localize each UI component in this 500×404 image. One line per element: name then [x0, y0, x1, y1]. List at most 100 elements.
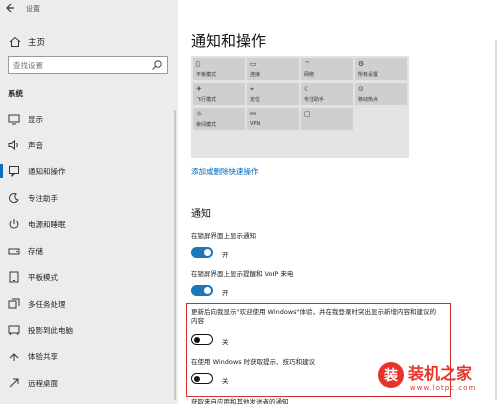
blank-icon: ▢ — [304, 110, 311, 118]
quick-action-label: 夜间模式 — [196, 122, 217, 128]
watermark-text: 装机之家 — [408, 364, 473, 383]
selection-indicator — [0, 164, 3, 178]
sound-icon — [8, 139, 18, 151]
sidebar-item-label: 通知和操作 — [28, 166, 66, 176]
sidebar-item-power[interactable]: 电源和睡眠 — [0, 215, 178, 233]
connect-icon: ▭ — [250, 60, 257, 68]
toggle-knob — [204, 249, 211, 256]
gear-icon: ⚙ — [358, 60, 365, 68]
display-icon — [8, 114, 20, 125]
setting-label: 在使用 Windows 时获取提示、技巧和建议 — [191, 358, 316, 366]
search-box[interactable] — [8, 56, 168, 74]
toggle-state: 关 — [222, 338, 229, 346]
network-icon: ⌔ — [304, 60, 311, 68]
sidebar-item-label: 声音 — [28, 140, 43, 150]
quick-action-label: 网络 — [304, 72, 315, 78]
sidebar-item-label: 存储 — [28, 246, 43, 256]
window-title: 设置 — [26, 5, 40, 13]
sidebar-item-label: 远程桌面 — [28, 378, 58, 388]
section-label: 系统 — [8, 89, 23, 98]
quick-action-label: 定位 — [250, 97, 261, 103]
toggle-state: 开 — [222, 251, 229, 259]
setting-label: 在锁屏界面上显示通知 — [191, 232, 256, 240]
sidebar: 设置 主页 系统 显示 声音 通知和操作 专注助手 电源和睡眠 存储 平板模式 — [0, 0, 178, 404]
project-icon — [8, 325, 20, 336]
quick-action-network[interactable]: ⌔ 网络 — [301, 58, 353, 80]
quick-action-label: VPN — [250, 121, 261, 127]
toggle-knob — [194, 375, 200, 382]
airplane-icon: ✈ — [196, 85, 202, 93]
sidebar-item-storage[interactable]: 存储 — [0, 242, 178, 260]
toggle-knob — [194, 336, 200, 343]
lock-screen-notifications-toggle[interactable] — [191, 247, 213, 258]
focus-assist-icon — [9, 193, 19, 204]
sidebar-item-project[interactable]: 投影到此电脑 — [0, 321, 178, 339]
quick-action-all-settings[interactable]: ⚙ 所有设置 — [355, 58, 407, 80]
storage-icon — [8, 248, 20, 255]
quick-action-connect[interactable]: ▭ 连接 — [247, 58, 299, 80]
quick-action-tablet-mode[interactable]: ▯ 平板模式 — [193, 58, 245, 80]
sidebar-item-display[interactable]: 显示 — [0, 110, 178, 128]
quick-action-airplane-mode[interactable]: ✈ 飞行模式 — [193, 83, 245, 105]
main-panel: 通知和操作 ▯ 平板模式 ▭ 连接 ⌔ 网络 ⚙ 所有设置 ✈ 飞行模式 ⌖ 定位 ☾ 专注助… — [178, 0, 500, 404]
tips-tricks-toggle[interactable] — [191, 373, 213, 384]
watermark-logo-icon: 装 — [378, 362, 404, 388]
home-nav-item[interactable]: 主页 — [8, 34, 45, 50]
sidebar-scrollbar[interactable] — [174, 110, 176, 400]
quick-action-mobile-hotspot[interactable]: ⊙ 移动热点 — [355, 83, 407, 105]
toggle-knob — [204, 287, 211, 294]
sidebar-item-label: 平板模式 — [28, 272, 58, 282]
quick-action-label: 飞行模式 — [196, 97, 217, 103]
quick-action-night-light[interactable]: ☼ 夜间模式 — [193, 108, 245, 130]
location-icon: ⌖ — [250, 85, 254, 93]
back-button[interactable] — [6, 2, 18, 16]
sidebar-item-notifications[interactable]: 通知和操作 — [0, 162, 178, 180]
main-scrollbar[interactable] — [495, 40, 497, 400]
sidebar-item-remote-desktop[interactable]: 远程桌面 — [0, 374, 178, 392]
sidebar-item-sound[interactable]: 声音 — [0, 136, 178, 154]
title-bar: 设置 — [0, 0, 178, 18]
setting-label: 更新后向我显示"欢迎使用 Windows"体验，并在我登录时突出显示新增内容和建… — [191, 308, 437, 325]
search-input[interactable] — [13, 59, 143, 71]
sidebar-item-focus-assist[interactable]: 专注助手 — [0, 189, 178, 207]
sidebar-item-shared-experiences[interactable]: 体验共享 — [0, 347, 178, 365]
quick-action-focus-assist[interactable]: ☾ 专注助手 — [301, 83, 353, 105]
power-icon — [9, 219, 19, 229]
shared-experiences-icon — [9, 353, 19, 361]
page-title: 通知和操作 — [191, 32, 267, 50]
quick-action-vpn[interactable]: ⚯ VPN — [247, 108, 299, 130]
sidebar-item-multitasking[interactable]: 多任务处理 — [0, 295, 178, 313]
quick-action-empty[interactable]: ▢ — [301, 108, 353, 130]
remote-desktop-icon — [9, 378, 19, 388]
moon-icon: ☾ — [304, 85, 311, 93]
hotspot-icon: ⊙ — [358, 85, 364, 93]
quick-action-label: 平板模式 — [196, 72, 217, 78]
sidebar-item-label: 投影到此电脑 — [28, 325, 73, 335]
sidebar-item-label: 多任务处理 — [28, 299, 66, 309]
lock-screen-reminders-toggle[interactable] — [191, 285, 213, 296]
watermark: 装 装机之家 www.lotpc.com — [378, 358, 496, 400]
vpn-icon: ⚯ — [250, 110, 256, 118]
quick-action-location[interactable]: ⌖ 定位 — [247, 83, 299, 105]
quick-action-label: 移动热点 — [358, 97, 379, 103]
quick-actions-grid: ▯ 平板模式 ▭ 连接 ⌔ 网络 ⚙ 所有设置 ✈ 飞行模式 ⌖ 定位 ☾ 专注助手 ⊙ 移动热… — [191, 56, 409, 158]
home-label: 主页 — [28, 38, 46, 48]
tablet-mode-icon — [9, 271, 19, 283]
sidebar-item-label: 体验共享 — [28, 351, 58, 361]
notifications-heading: 通知 — [191, 209, 211, 220]
sidebar-item-label: 专注助手 — [28, 193, 58, 203]
setting-label: 在锁屏界面上显示提醒和 VoIP 来电 — [191, 270, 294, 278]
watermark-url: www.lotpc.com — [410, 384, 477, 392]
quick-action-label: 连接 — [250, 72, 261, 78]
home-icon — [9, 36, 21, 47]
welcome-experience-toggle[interactable] — [191, 334, 213, 345]
sidebar-item-tablet-mode[interactable]: 平板模式 — [0, 268, 178, 286]
quick-action-label: 所有设置 — [358, 72, 379, 78]
sidebar-item-label: 显示 — [28, 114, 43, 124]
toggle-state: 开 — [222, 289, 229, 297]
search-icon[interactable] — [151, 59, 163, 71]
tablet-mode-icon: ▯ — [196, 60, 200, 68]
brightness-icon: ☼ — [196, 110, 203, 118]
sidebar-item-label: 电源和睡眠 — [28, 219, 66, 229]
edit-quick-actions-link[interactable]: 添加或删除快速操作 — [191, 166, 259, 177]
